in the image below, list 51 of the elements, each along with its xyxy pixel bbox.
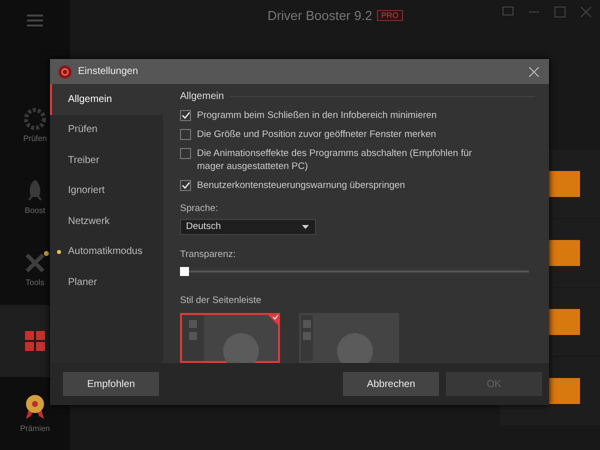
checkbox[interactable]	[180, 110, 191, 122]
sidebar-style-option[interactable]	[180, 313, 280, 363]
settings-tab[interactable]: Planer	[50, 267, 163, 298]
update-button[interactable]	[548, 171, 580, 197]
option-label: Programm beim Schließen in den Infobereich minimieren	[197, 109, 438, 122]
update-button[interactable]	[548, 378, 580, 404]
menu-icon[interactable]	[27, 14, 43, 27]
transparency-label: Transparenz:	[180, 248, 237, 260]
preview-sidebar	[182, 315, 204, 361]
dialog-button[interactable]: Abbrechen	[343, 372, 439, 396]
sidebar-label: Boost	[24, 206, 46, 214]
language-dropdown[interactable]: Deutsch	[180, 219, 316, 235]
close-icon[interactable]	[529, 66, 539, 76]
preview-circle	[337, 333, 373, 363]
sidebar-style-label: Stil der Seitenleiste	[180, 295, 262, 306]
slider-thumb[interactable]	[180, 266, 189, 276]
settings-tab[interactable]: Allgemein	[50, 84, 163, 114]
sidebar-label: Prüfen	[23, 134, 47, 142]
settings-tab[interactable]: Automatikmodus	[50, 236, 163, 267]
check-corner-icon	[266, 313, 280, 327]
option-label: Benutzerkontensteuerungswarnung überspringen	[197, 179, 406, 192]
preview-circle	[223, 333, 259, 363]
update-button[interactable]	[548, 309, 580, 335]
sidebar-label: Prämien	[20, 424, 50, 432]
settings-tab[interactable]: Treiber	[50, 145, 163, 176]
medal-icon	[24, 394, 46, 420]
update-button[interactable]	[548, 240, 580, 266]
pro-badge: PRO	[377, 10, 403, 20]
settings-tab[interactable]: Prüfen	[50, 114, 163, 145]
settings-tab[interactable]: Ignoriert	[50, 176, 163, 206]
section-heading: Allgemein	[180, 91, 224, 102]
checkbox[interactable]	[180, 129, 191, 140]
dialog-title: Einstellungen	[78, 66, 140, 77]
caret-icon	[302, 224, 309, 229]
close-icon[interactable]	[580, 6, 592, 18]
checkbox[interactable]	[180, 148, 191, 160]
option-label: Die Größe und Position zuvor geöffneter Fenster merken	[197, 128, 438, 142]
grid-icon	[24, 330, 46, 352]
settings-tab[interactable]: Netzwerk	[50, 206, 163, 236]
checkbox[interactable]	[180, 180, 191, 192]
preview-sidebar	[301, 315, 313, 361]
sidebar-label: Tools	[26, 278, 44, 286]
dialog-button[interactable]: Empfohlen	[63, 372, 159, 396]
gear-icon	[58, 64, 72, 78]
scan-ring-icon	[24, 108, 46, 130]
language-label: Sprache:	[180, 203, 220, 214]
app-title: Driver Booster 9.2	[267, 8, 372, 22]
tools-icon	[24, 252, 46, 274]
maximize-icon[interactable]	[554, 6, 566, 18]
rocket-icon	[26, 180, 44, 202]
option-label: Die Animationseffekte des Programms abschalten (Empfohlen für mager ausgestatteten PC)	[197, 147, 473, 174]
